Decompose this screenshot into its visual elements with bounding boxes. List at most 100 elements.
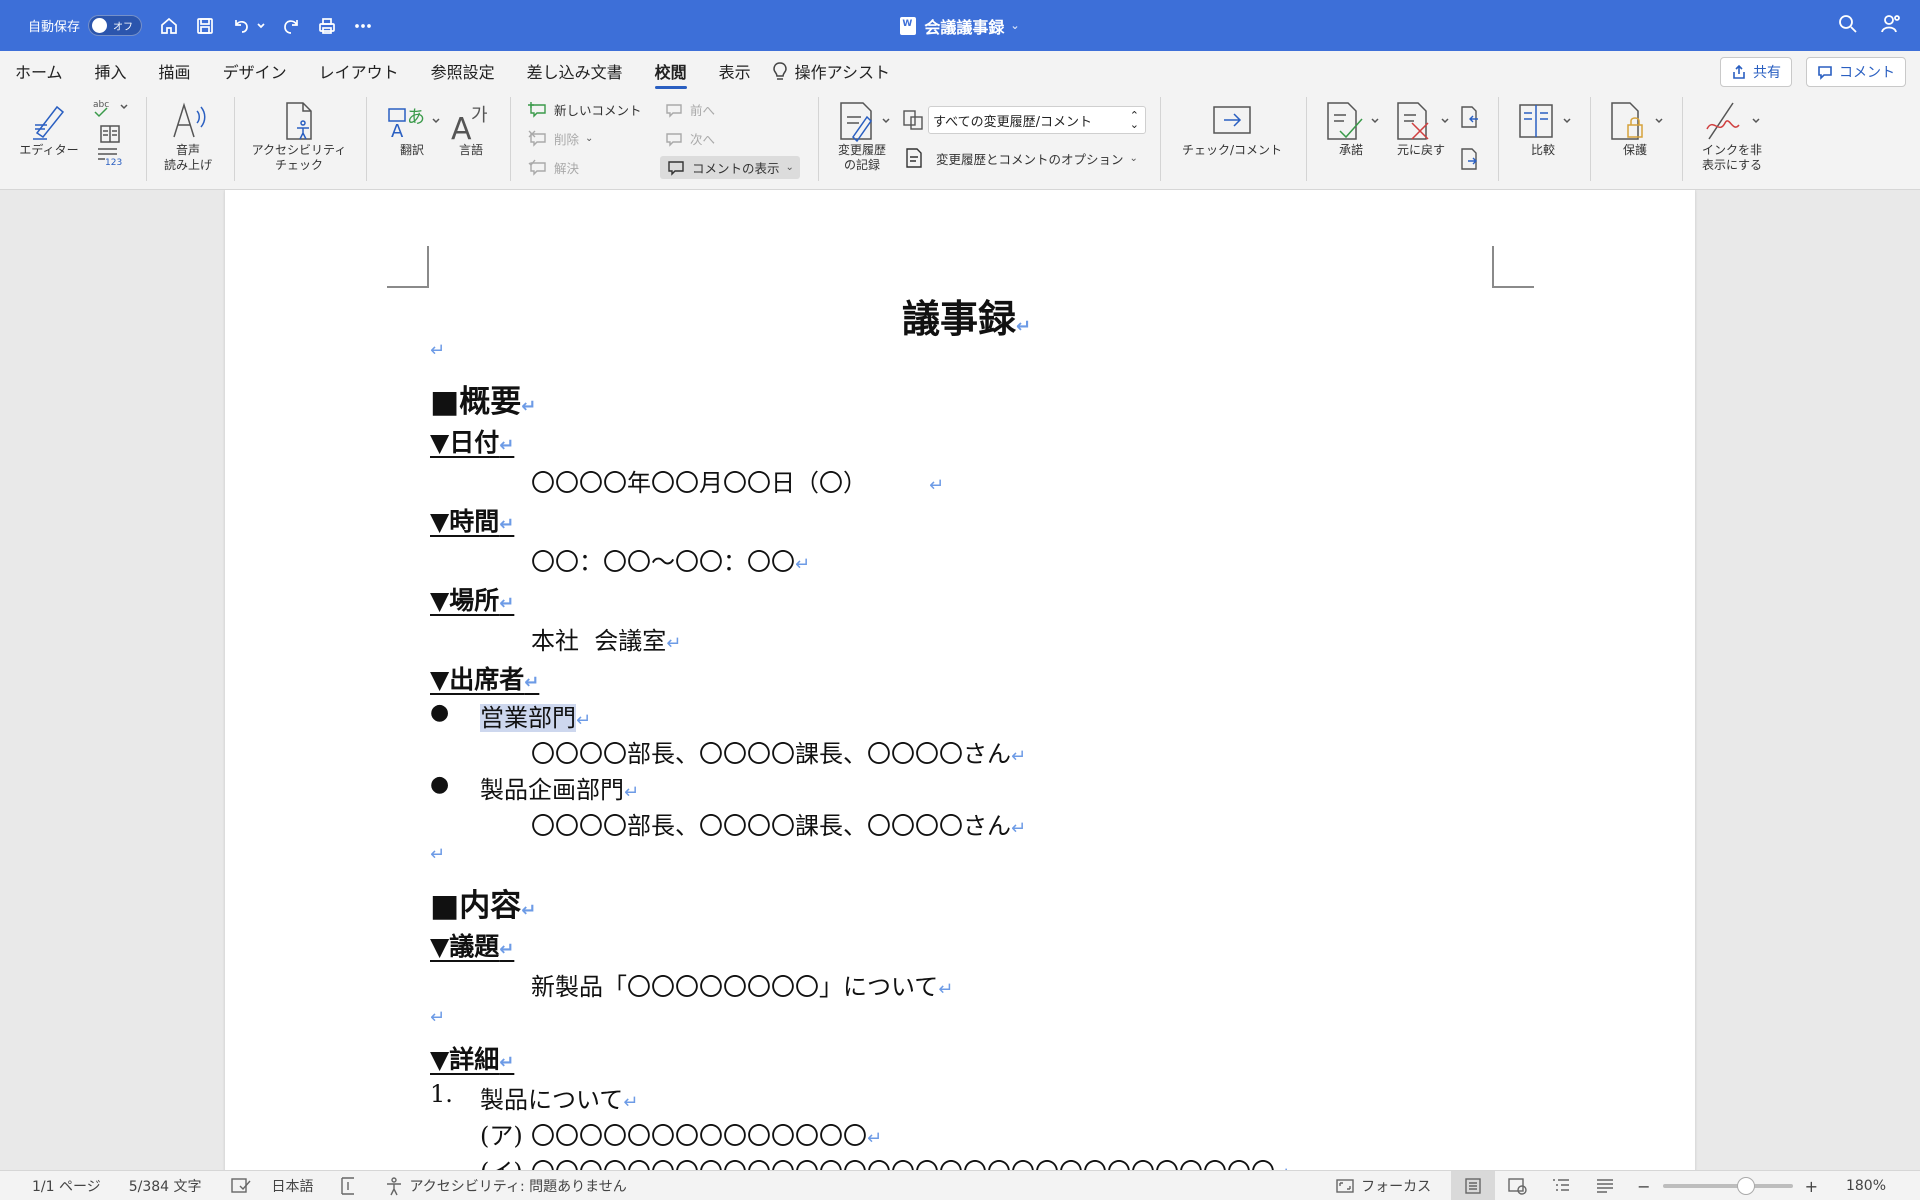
accessibility-status[interactable]: アクセシビリティ: 問題ありません: [384, 1176, 627, 1196]
reject-button[interactable]: 元に戻す: [1388, 99, 1454, 158]
heading-agenda[interactable]: ▼議題↵: [430, 927, 514, 963]
heading-place[interactable]: ▼場所↵: [430, 581, 514, 617]
zoom-slider-thumb[interactable]: [1736, 1177, 1755, 1195]
empty-paragraph[interactable]: ↵: [430, 844, 445, 865]
markup-options-button[interactable]: 変更履歴とコメントのオプション ⌄: [904, 147, 1138, 169]
zoom-slider[interactable]: [1662, 1177, 1793, 1195]
tell-me[interactable]: 操作アシスト: [771, 59, 890, 83]
accept-button[interactable]: 承諾: [1320, 99, 1382, 158]
undo-icon[interactable]: [230, 15, 252, 37]
text-predictions[interactable]: [338, 1176, 360, 1196]
date-value[interactable]: 〇〇〇〇年〇〇月〇〇日（〇） ↵: [531, 463, 944, 498]
tab-mailings[interactable]: 差し込み文書: [511, 51, 639, 91]
share-button[interactable]: 共有: [1720, 57, 1792, 87]
web-layout-view-button[interactable]: [1495, 1171, 1539, 1200]
word-count[interactable]: 5/384 文字: [129, 1176, 202, 1196]
sub-item-a[interactable]: 〇〇〇〇〇〇〇〇〇〇〇〇〇〇↵: [531, 1116, 882, 1151]
comment-icon: [1818, 66, 1832, 80]
delete-comment-button[interactable]: 削除 ⌄: [528, 129, 593, 148]
time-value[interactable]: 〇〇：〇〇～〇〇：〇〇↵: [531, 542, 810, 577]
page-count[interactable]: 1/1 ページ: [32, 1176, 101, 1196]
dept1-members[interactable]: 〇〇〇〇部長、〇〇〇〇課長、〇〇〇〇さん↵: [531, 734, 1026, 769]
tab-insert[interactable]: 挿入: [79, 51, 143, 91]
language-button[interactable]: A가 言語: [448, 99, 494, 158]
list-item-product[interactable]: 製品について↵: [480, 1080, 638, 1115]
tab-review[interactable]: 校閲: [639, 51, 703, 91]
check-comment-button[interactable]: チェック/コメント: [1172, 99, 1292, 158]
document-canvas[interactable]: 議事録↵ ↵ ■概要↵ ▼日付↵ 〇〇〇〇年〇〇月〇〇日（〇） ↵ ▼時間↵ 〇〇…: [0, 190, 1920, 1170]
place-value[interactable]: 本社 会議室↵: [531, 621, 681, 656]
hide-ink-button[interactable]: インクを非 表示にする: [1694, 99, 1770, 173]
search-icon[interactable]: [1838, 14, 1858, 38]
list-item-dept1[interactable]: 営業部門↵: [480, 698, 591, 733]
document-title-text[interactable]: 会議議事録: [924, 14, 1004, 38]
tab-references[interactable]: 参照設定: [415, 51, 511, 91]
resolve-button[interactable]: 解決: [528, 158, 579, 177]
autosave-toggle[interactable]: オフ: [88, 15, 143, 36]
previous-comment-button[interactable]: 前へ: [664, 100, 715, 119]
protect-button[interactable]: 保護: [1602, 99, 1668, 158]
editor-button[interactable]: エディター: [14, 99, 84, 158]
track-changes-button[interactable]: 変更履歴 の記録: [830, 99, 894, 173]
list-item-dept2[interactable]: 製品企画部門↵: [480, 770, 639, 805]
heading-attendees[interactable]: ▼出席者↵: [430, 660, 539, 696]
comments-button[interactable]: コメント: [1806, 57, 1906, 87]
draft-view-button[interactable]: [1583, 1171, 1627, 1200]
focus-mode-button[interactable]: フォーカス: [1335, 1176, 1431, 1196]
document-page[interactable]: 議事録↵ ↵ ■概要↵ ▼日付↵ 〇〇〇〇年〇〇月〇〇日（〇） ↵ ▼時間↵ 〇〇…: [225, 190, 1695, 1170]
spelling-button[interactable]: abc 123: [90, 97, 130, 167]
dept2-members[interactable]: 〇〇〇〇部長、〇〇〇〇課長、〇〇〇〇さん↵: [531, 806, 1026, 841]
translate-label: 翻訳: [399, 143, 424, 157]
date-value-text: 〇〇〇〇年〇〇月〇〇日（〇）: [531, 469, 867, 497]
proofing-status[interactable]: [230, 1177, 252, 1195]
tab-home[interactable]: ホーム: [15, 51, 79, 91]
new-comment-button[interactable]: 新しいコメント: [528, 100, 642, 119]
heading-details[interactable]: ▼詳細↵: [430, 1040, 514, 1076]
more-icon[interactable]: [352, 15, 374, 37]
tab-draw[interactable]: 描画: [143, 51, 207, 91]
empty-paragraph[interactable]: ↵: [430, 340, 445, 361]
selected-text: 営業部門: [480, 704, 576, 732]
empty-paragraph[interactable]: ↵: [430, 1007, 445, 1028]
svg-text:A: A: [391, 121, 404, 142]
heading-overview[interactable]: ■概要↵: [430, 376, 536, 421]
read-aloud-button[interactable]: 音声 読み上げ: [155, 99, 221, 173]
markup-select[interactable]: すべての変更履歴/コメント ⌃ ⌄: [928, 106, 1146, 134]
tab-layout[interactable]: レイアウト: [303, 51, 415, 91]
paragraph-mark: ↵: [795, 554, 811, 575]
tab-view[interactable]: 表示: [703, 51, 767, 91]
translate-button[interactable]: Aあ 翻訳: [380, 99, 444, 158]
agenda-value[interactable]: 新製品「〇〇〇〇〇〇〇〇」について↵: [531, 967, 953, 1002]
zoom-out-button[interactable]: −: [1637, 1177, 1650, 1196]
tab-design[interactable]: デザイン: [207, 51, 303, 91]
compare-button[interactable]: 比較: [1510, 99, 1576, 158]
redo-icon[interactable]: [280, 15, 302, 37]
document-title-heading[interactable]: 議事録↵: [902, 288, 1031, 343]
sub-item-b[interactable]: 〇〇〇〇〇〇〇〇〇〇〇〇〇〇〇〇〇〇〇〇〇〇〇〇〇〇〇〇〇〇〇↵: [531, 1152, 1290, 1170]
zoom-level[interactable]: 180%: [1846, 1178, 1886, 1194]
next-comment-button[interactable]: 次へ: [664, 129, 715, 148]
language-status[interactable]: 日本語: [272, 1176, 314, 1196]
print-icon[interactable]: [316, 15, 338, 37]
accessibility-check-button[interactable]: アクセシビリティ チェック: [244, 99, 354, 173]
heading-content[interactable]: ■内容↵: [430, 880, 536, 925]
hide-ink-label-1: インクを非: [1701, 143, 1762, 157]
paragraph-mark: ↵: [499, 435, 515, 456]
track-changes-label-2: の記録: [843, 158, 880, 172]
previous-change-icon: [1461, 106, 1478, 128]
web-layout-icon: [1508, 1178, 1527, 1195]
home-icon[interactable]: [158, 15, 180, 37]
heading-date[interactable]: ▼日付↵: [430, 423, 514, 459]
outline-view-button[interactable]: [1539, 1171, 1583, 1200]
undo-dropdown-icon[interactable]: [256, 15, 266, 37]
title-text: 議事録: [902, 296, 1017, 341]
print-layout-icon: [1465, 1178, 1481, 1194]
print-layout-view-button[interactable]: [1451, 1171, 1496, 1200]
zoom-in-button[interactable]: +: [1805, 1177, 1818, 1196]
new-comment-icon: [528, 101, 546, 118]
show-comments-button[interactable]: コメントの表示 ⌄: [660, 156, 800, 179]
save-icon[interactable]: [194, 15, 216, 37]
account-icon[interactable]: [1880, 13, 1902, 39]
heading-time[interactable]: ▼時間↵: [430, 502, 514, 538]
svg-text:123: 123: [105, 158, 122, 167]
